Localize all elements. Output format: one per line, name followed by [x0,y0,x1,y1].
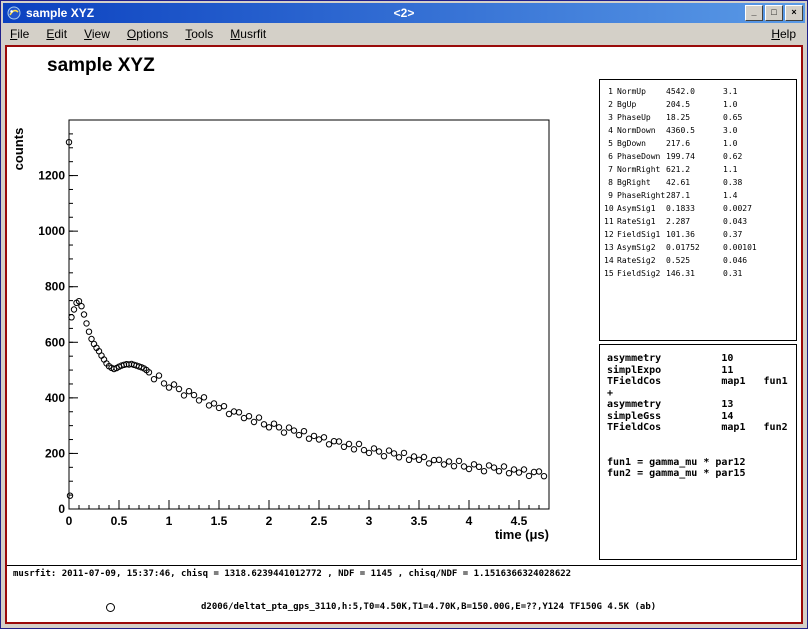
param-row: 14RateSig20.5250.046 [604,254,792,267]
svg-text:600: 600 [45,335,65,349]
svg-text:4.5: 4.5 [511,514,528,528]
param-row: 6PhaseDown199.740.62 [604,150,792,163]
param-row: 8BgRight42.610.38 [604,176,792,189]
application-window: sample XYZ <2> _ □ × File Edit View Opti… [0,0,808,629]
param-row: 12FieldSig1101.360.37 [604,228,792,241]
svg-text:2.5: 2.5 [311,514,328,528]
param-row: 5BgDown217.61.0 [604,137,792,150]
param-row: 2BgUp204.51.0 [604,98,792,111]
parameter-table: 1NormUp4542.03.12BgUp204.51.03PhaseUp18.… [599,79,797,341]
param-row: 9PhaseRight287.11.4 [604,189,792,202]
svg-text:1000: 1000 [38,224,65,238]
svg-text:2: 2 [266,514,273,528]
param-row: 7NormRight621.21.1 [604,163,792,176]
run-legend-text: d2006/deltat_pta_gps_3110,h:5,T0=4.50K,T… [201,602,656,612]
run-legend: d2006/deltat_pta_gps_3110,h:5,T0=4.50K,T… [7,599,801,619]
menu-item-file[interactable]: File [10,27,29,41]
menu-item-edit[interactable]: Edit [46,27,67,41]
svg-text:1.5: 1.5 [211,514,228,528]
svg-text:1: 1 [166,514,173,528]
theory-block: asymmetry 10 simplExpo 11 TFieldCos map1… [599,344,797,560]
menu-item-tools[interactable]: Tools [185,27,213,41]
close-button[interactable]: × [785,5,803,21]
window-icon[interactable] [7,6,21,20]
svg-text:800: 800 [45,280,65,294]
menu-item-options[interactable]: Options [127,27,168,41]
fit-stats-line: musrfit: 2011-07-09, 15:37:46, chisq = 1… [13,569,571,579]
titlebar[interactable]: sample XYZ <2> _ □ × [3,3,805,23]
svg-text:counts: counts [11,128,26,171]
window-instance-label: <2> [394,6,415,20]
svg-text:200: 200 [45,446,65,460]
menubar: File Edit View Options Tools Musrfit Hel… [3,23,805,45]
svg-text:1200: 1200 [38,169,65,183]
param-row: 15FieldSig2146.310.31 [604,267,792,280]
svg-text:0: 0 [58,502,65,516]
window-title: sample XYZ [26,6,94,20]
param-row: 3PhaseUp18.250.65 [604,111,792,124]
menu-item-view[interactable]: View [84,27,110,41]
menu-item-musrfit[interactable]: Musrfit [230,27,266,41]
open-circle-icon [106,603,115,612]
svg-text:400: 400 [45,391,65,405]
minimize-button[interactable]: _ [745,5,763,21]
svg-text:0: 0 [66,514,73,528]
param-row: 10AsymSig10.18330.0027 [604,202,792,215]
param-row: 4NormDown4360.53.0 [604,124,792,137]
menu-item-help[interactable]: Help [771,27,796,41]
svg-text:4: 4 [466,514,473,528]
pad-separator [7,565,801,566]
maximize-button[interactable]: □ [765,5,783,21]
param-row: 11RateSig12.2870.043 [604,215,792,228]
root-canvas[interactable]: sample XYZ 00.511.522.533.544.5020040060… [5,45,803,624]
svg-text:time (μs): time (μs) [495,527,549,542]
param-row: 13AsymSig20.017520.00101 [604,241,792,254]
svg-text:3: 3 [366,514,373,528]
svg-text:3.5: 3.5 [411,514,428,528]
param-row: 1NormUp4542.03.1 [604,85,792,98]
svg-text:0.5: 0.5 [111,514,128,528]
